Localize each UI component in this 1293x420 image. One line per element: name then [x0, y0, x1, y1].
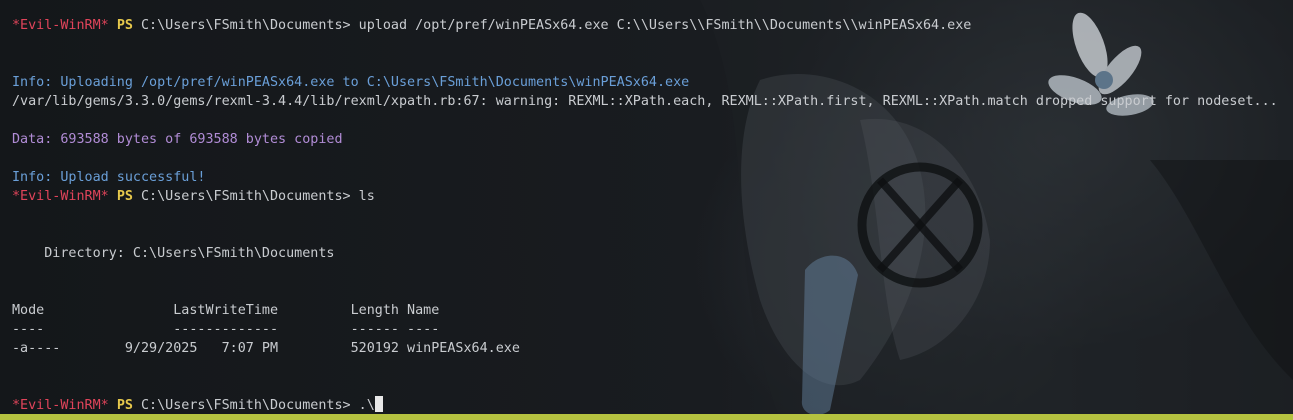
upload-command-line: *Evil-WinRM* PS C:\Users\FSmith\Document… — [12, 16, 1288, 35]
prompt-name: *Evil-WinRM* — [12, 18, 109, 33]
upload-success-info: Info: Upload successful! — [12, 170, 206, 185]
text-cursor — [374, 396, 383, 412]
prompt-path: C:\Users\FSmith\Documents> — [141, 189, 351, 204]
prompt-path: C:\Users\FSmith\Documents> — [141, 398, 351, 413]
ls-command-line: *Evil-WinRM* PS C:\Users\FSmith\Document… — [12, 187, 1288, 206]
rexml-warning: /var/lib/gems/3.3.0/gems/rexml-3.4.4/lib… — [12, 94, 1278, 109]
directory-heading: Directory: C:\Users\FSmith\Documents — [12, 246, 335, 261]
upload-command: upload /opt/pref/winPEASx64.exe C:\\User… — [350, 18, 972, 33]
ls-command: ls — [350, 189, 375, 204]
table-header: Mode LastWriteTime Length Name — [12, 303, 440, 318]
prompt-ps: PS — [116, 189, 133, 204]
terminal-window[interactable]: *Evil-WinRM* PS C:\Users\FSmith\Document… — [0, 0, 1293, 420]
current-command-line[interactable]: *Evil-WinRM* PS C:\Users\FSmith\Document… — [12, 396, 1288, 415]
table-row: -a---- 9/29/2025 7:07 PM 520192 winPEASx… — [12, 341, 520, 356]
prompt-name: *Evil-WinRM* — [12, 398, 109, 413]
uploading-info: Info: Uploading /opt/pref/winPEASx64.exe… — [12, 75, 690, 90]
current-command-input[interactable]: .\ — [351, 398, 375, 413]
tmux-status-bar — [0, 414, 1293, 420]
prompt-path: C:\Users\FSmith\Documents> — [141, 18, 351, 33]
prompt-ps: PS — [116, 398, 133, 413]
terminal-output: *Evil-WinRM* PS C:\Users\FSmith\Document… — [12, 16, 1288, 415]
prompt-ps: PS — [116, 18, 133, 33]
table-rule: ---- ------------- ------ ---- — [12, 322, 440, 337]
data-copied-info: Data: 693588 bytes of 693588 bytes copie… — [12, 132, 343, 147]
prompt-name: *Evil-WinRM* — [12, 189, 109, 204]
